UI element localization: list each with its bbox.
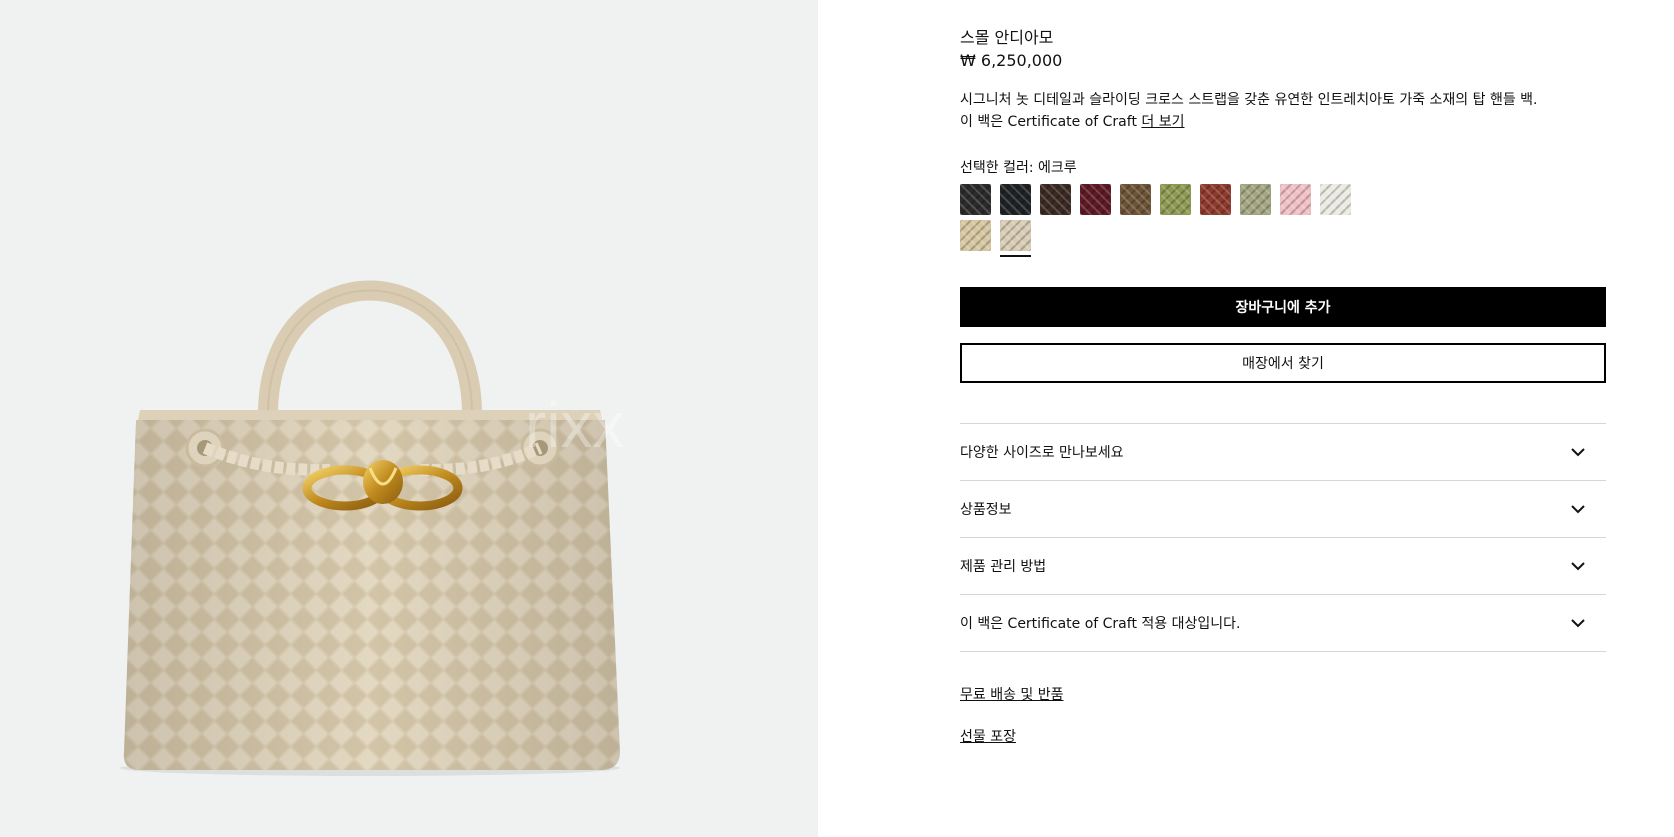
swatch-texture [1240,184,1271,215]
accordion-label: 이 백은 Certificate of Craft 적용 대상입니다. [960,616,1241,632]
color-swatch-pink[interactable] [1280,184,1311,215]
color-swatch-chalk[interactable] [1320,184,1351,215]
description-line-1: 시그니처 놋 디테일과 슬라이딩 크로스 스트랩을 갖춘 유연한 인트레치아토 … [960,92,1538,108]
color-swatch-kiwi[interactable] [1160,184,1191,215]
color-swatch-ecru[interactable] [1000,220,1031,251]
accordion-item-product-info[interactable]: 상품정보 [960,481,1606,538]
swatch-texture [1160,184,1191,215]
find-in-store-button[interactable]: 매장에서 찾기 [960,343,1606,383]
color-swatch-sand[interactable] [960,220,991,251]
swatch-texture [1000,184,1031,215]
color-swatch-travertine-green[interactable] [1240,184,1271,215]
product-detail-panel: 스몰 안디아모 ₩ 6,250,000 시그니처 놋 디테일과 슬라이딩 크로스… [960,0,1606,837]
product-title: 스몰 안디아모 [960,28,1054,47]
swatch-texture [1200,184,1231,215]
color-swatch-black[interactable] [960,184,991,215]
accordion-label: 상품정보 [960,502,1012,518]
add-to-cart-button[interactable]: 장바구니에 추가 [960,287,1606,327]
product-description: 시그니처 놋 디테일과 슬라이딩 크로스 스트랩을 갖춘 유연한 인트레치아토 … [960,89,1580,133]
accordion-item-sizes[interactable]: 다양한 사이즈로 만나보세요 [960,424,1606,481]
chevron-down-icon [1571,448,1585,457]
accordion-label: 제품 관리 방법 [960,559,1047,575]
chevron-down-icon [1571,562,1585,571]
product-price: ₩ 6,250,000 [960,51,1063,70]
swatch-texture [960,184,991,215]
service-links: 무료 배송 및 반품 선물 포장 [960,684,1064,768]
info-accordion: 다양한 사이즈로 만나보세요 상품정보 제품 관리 방법 이 백은 Certif… [960,423,1606,652]
swatch-texture [960,220,991,251]
shipping-returns-link[interactable]: 무료 배송 및 반품 [960,684,1064,704]
color-swatch-rust[interactable] [1200,184,1231,215]
selected-color-label: 선택한 컬러: 에크루 [960,160,1077,176]
swatch-texture [1120,184,1151,215]
color-swatch-acorn[interactable] [1120,184,1151,215]
description-line-2: 이 백은 Certificate of Craft 더 보기 [960,111,1580,133]
swatch-texture [1280,184,1311,215]
color-swatch-fondant[interactable] [1040,184,1071,215]
chevron-down-icon [1571,619,1585,628]
chevron-down-icon [1571,505,1585,514]
accordion-label: 다양한 사이즈로 만나보세요 [960,445,1124,461]
description-text: 이 백은 Certificate of Craft [960,114,1137,130]
swatch-texture [1040,184,1071,215]
watermark: rixx [525,389,625,461]
swatch-texture [1000,220,1031,251]
accordion-item-certificate[interactable]: 이 백은 Certificate of Craft 적용 대상입니다. [960,595,1606,652]
accordion-item-care[interactable]: 제품 관리 방법 [960,538,1606,595]
product-image[interactable]: rixx [0,0,818,837]
color-swatch-black-2[interactable] [1000,184,1031,215]
swatch-texture [1320,184,1351,215]
gift-wrap-link[interactable]: 선물 포장 [960,726,1064,746]
swatch-texture [1080,184,1111,215]
bag-illustration [120,280,621,776]
more-link[interactable]: 더 보기 [1141,114,1184,130]
color-swatch-barolo[interactable] [1080,184,1111,215]
selected-swatch-indicator [1000,255,1031,257]
